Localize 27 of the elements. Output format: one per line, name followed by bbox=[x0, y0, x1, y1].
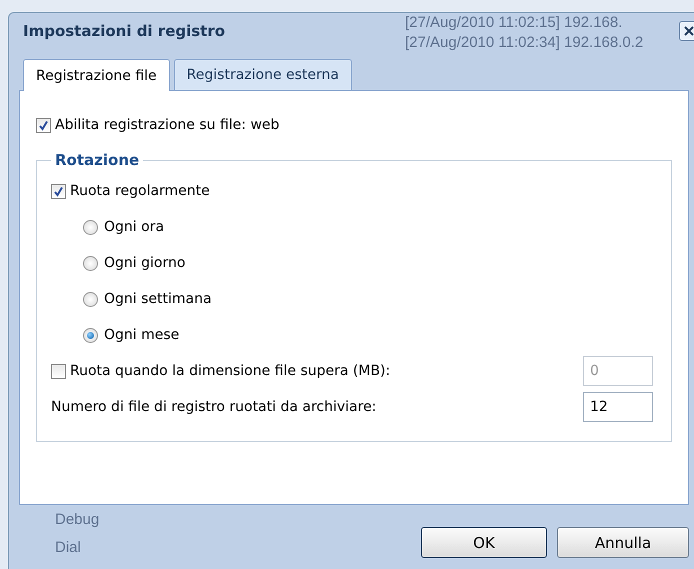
tab[interactable]: Registrazione esterna bbox=[174, 59, 352, 90]
radio-button[interactable] bbox=[83, 256, 98, 270]
checkbox-label: Ruota regolarmente bbox=[70, 183, 210, 199]
sidebar-item: Dial bbox=[55, 539, 81, 556]
close-button[interactable] bbox=[679, 21, 694, 41]
radio-button[interactable] bbox=[83, 220, 98, 234]
log-line: [27/Aug/2010 11:02:15] 192.168. bbox=[405, 14, 622, 31]
radio-button[interactable] bbox=[83, 328, 98, 342]
field-label: Numero di file di registro ruotati da archiviare: bbox=[51, 399, 376, 415]
tab[interactable]: Registrazione file bbox=[23, 59, 170, 91]
close-icon bbox=[683, 25, 694, 37]
dialog-button[interactable]: OK bbox=[421, 527, 547, 558]
radio-button[interactable] bbox=[83, 292, 98, 306]
dialog-button[interactable]: Annulla bbox=[557, 527, 689, 558]
group-title: Rotazione bbox=[54, 151, 140, 169]
window-title: Impostazioni di registro bbox=[23, 22, 226, 40]
checkbox[interactable] bbox=[51, 184, 66, 198]
checkbox-label: Ruota quando la dimensione file supera (MB): bbox=[70, 363, 390, 379]
archive-count-field[interactable]: 12 bbox=[583, 392, 653, 422]
radio-label: Ogni settimana bbox=[104, 291, 212, 307]
radio-label: Ogni ora bbox=[104, 219, 164, 235]
radio-label: Ogni mese bbox=[104, 327, 180, 343]
checkbox-label: Abilita registrazione su file: web bbox=[55, 117, 280, 133]
sidebar-item: Debug bbox=[55, 511, 100, 528]
checkbox[interactable] bbox=[36, 118, 51, 132]
radio-label: Ogni giorno bbox=[104, 255, 186, 271]
log-line: [27/Aug/2010 11:02:34] 192.168.0.2 bbox=[405, 34, 644, 51]
